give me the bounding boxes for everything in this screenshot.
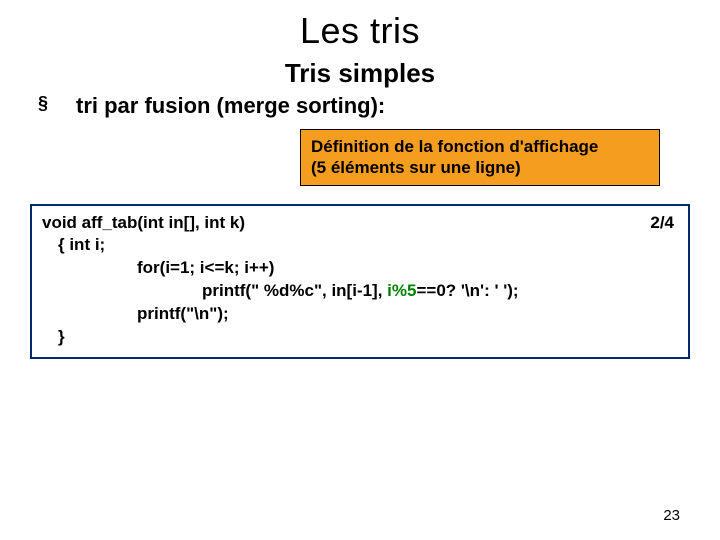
code-line-1: void aff_tab(int in[], int k)	[42, 212, 678, 235]
code-page-indicator: 2/4	[650, 212, 674, 235]
bullet-text: tri par fusion (merge sorting):	[76, 93, 385, 119]
annotation-line-1: Définition de la fonction d'affichage	[311, 136, 649, 157]
slide-subtitle: Tris simples	[30, 58, 690, 89]
code-line-5: printf("\n");	[42, 303, 678, 326]
slide: Les tris Tris simples § tri par fusion (…	[0, 0, 720, 540]
code-line-2: { int i;	[42, 234, 678, 257]
bullet-marker: §	[38, 93, 76, 114]
code-line-6: }	[42, 326, 678, 349]
annotation-line-2: (5 éléments sur une ligne)	[311, 157, 649, 178]
bullet-row: § tri par fusion (merge sorting):	[30, 93, 690, 119]
code-line-4b: i%5	[387, 281, 416, 300]
code-line-4a: printf(" %d%c", in[i-1],	[202, 281, 387, 300]
code-line-3: for(i=1; i<=k; i++)	[42, 257, 678, 280]
code-line-4c: ==0? '\n': ' ');	[416, 281, 518, 300]
annotation-box: Définition de la fonction d'affichage (5…	[300, 129, 660, 186]
code-box: 2/4 void aff_tab(int in[], int k) { int …	[30, 204, 690, 360]
slide-title: Les tris	[30, 10, 690, 52]
annotation-wrap: Définition de la fonction d'affichage (5…	[30, 129, 690, 186]
slide-number: 23	[663, 507, 680, 524]
code-line-4: printf(" %d%c", in[i-1], i%5==0? '\n': '…	[42, 280, 678, 303]
